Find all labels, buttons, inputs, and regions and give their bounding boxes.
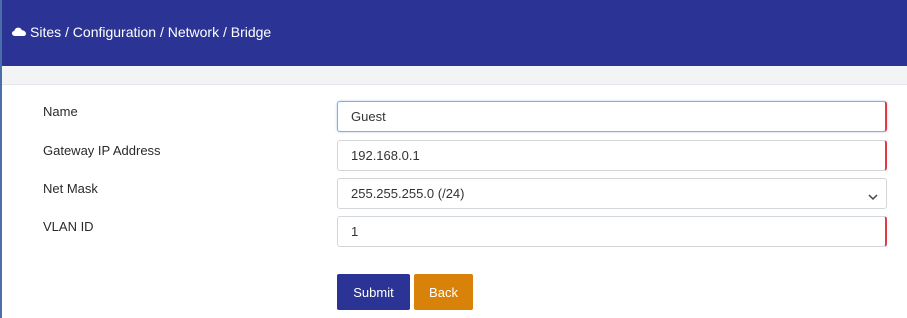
netmask-select[interactable]: 255.255.255.0 (/24)	[337, 178, 887, 209]
name-input[interactable]	[337, 101, 887, 132]
breadcrumb: Sites / Configuration / Network / Bridge	[12, 24, 271, 40]
netmask-selected-value: 255.255.255.0 (/24)	[351, 186, 465, 201]
back-button[interactable]: Back	[414, 274, 473, 310]
vlan-id-input[interactable]	[337, 216, 887, 247]
page-header: Sites / Configuration / Network / Bridge	[2, 0, 907, 66]
chevron-down-icon	[868, 189, 878, 204]
submit-button[interactable]: Submit	[337, 274, 410, 310]
vlan-id-label: VLAN ID	[43, 219, 94, 234]
gateway-ip-label: Gateway IP Address	[43, 143, 161, 158]
name-label: Name	[43, 104, 78, 119]
netmask-label: Net Mask	[43, 181, 98, 196]
gateway-ip-input[interactable]	[337, 140, 887, 171]
breadcrumb-text: Sites / Configuration / Network / Bridge	[30, 24, 272, 40]
cloud-icon	[12, 24, 30, 40]
subheader-bar	[2, 66, 907, 85]
